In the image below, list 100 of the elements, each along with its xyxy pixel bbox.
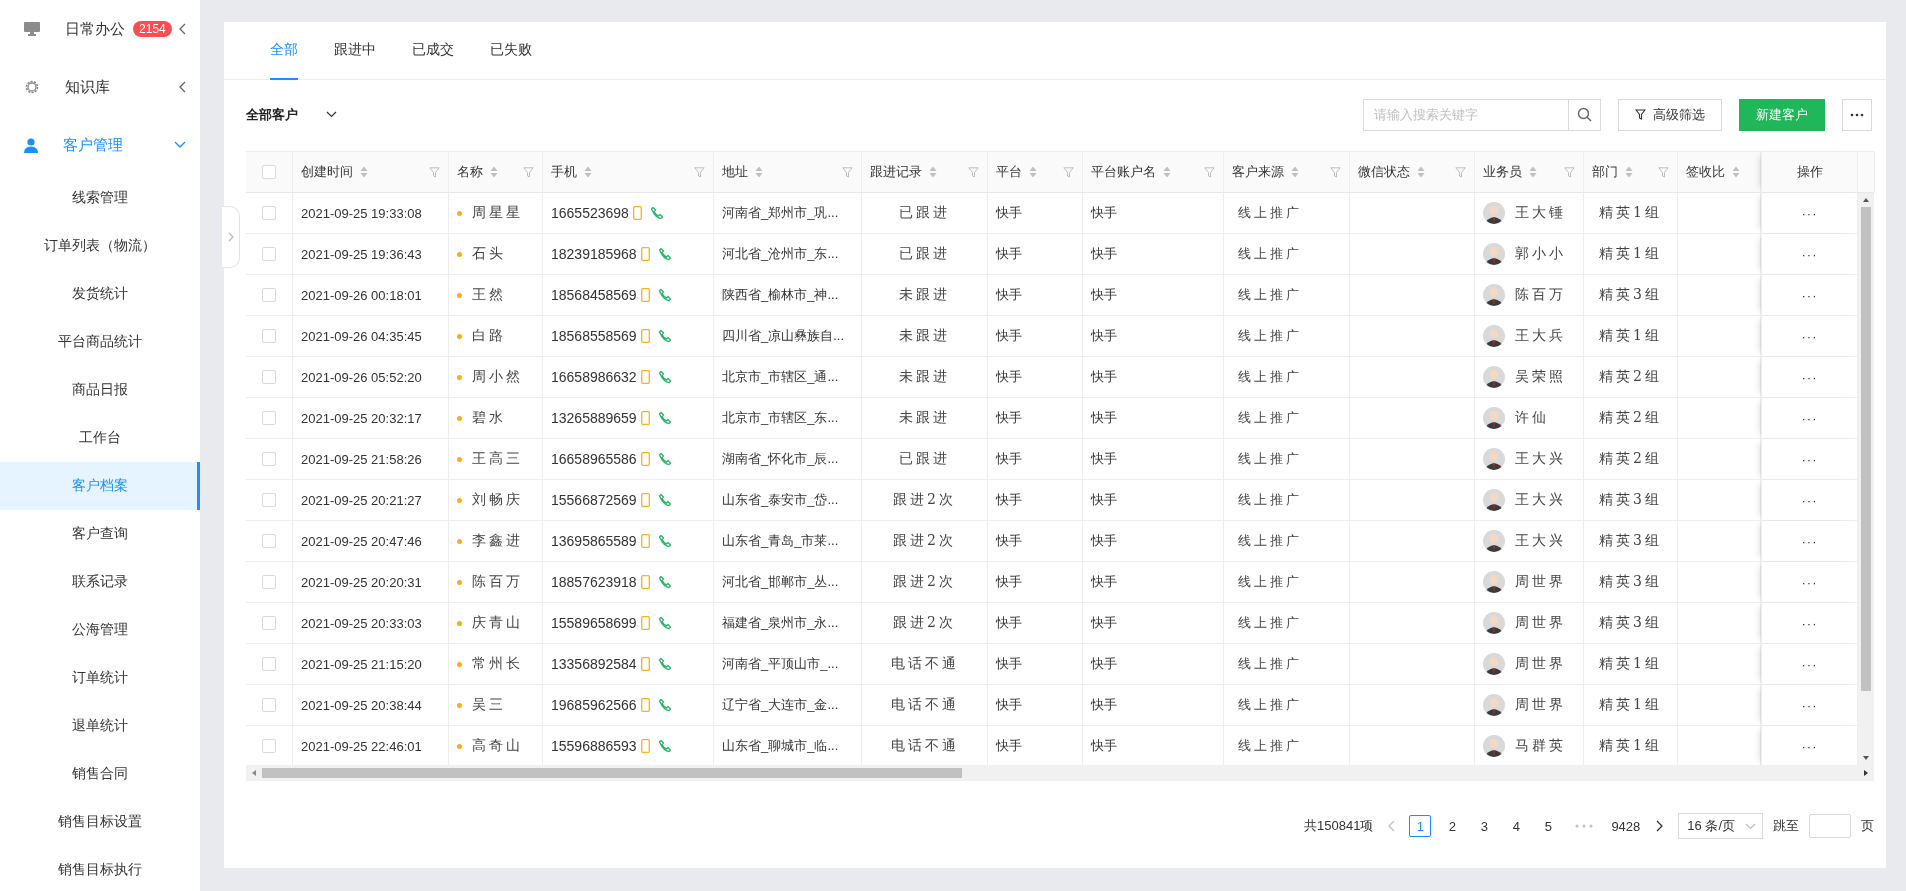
row-actions-button[interactable]: ··· <box>1801 574 1818 590</box>
sidebar-item[interactable]: 客户查询 <box>0 510 200 558</box>
column-header[interactable]: 名称 <box>457 163 483 181</box>
search-icon[interactable] <box>1577 107 1592 122</box>
tab[interactable]: 跟进中 <box>334 22 376 80</box>
scroll-right-icon[interactable] <box>1863 769 1869 777</box>
checkbox[interactable] <box>262 616 276 630</box>
sidebar-item[interactable]: 日常办公 2154 <box>0 0 200 58</box>
checkbox[interactable] <box>262 247 276 261</box>
sort-icon[interactable] <box>490 166 498 178</box>
row-actions-button[interactable]: ··· <box>1801 738 1818 754</box>
mobile-icon[interactable] <box>640 739 650 753</box>
checkbox[interactable] <box>262 165 276 179</box>
column-header[interactable]: 微信状态 <box>1358 163 1410 181</box>
checkbox[interactable] <box>262 329 276 343</box>
checkbox[interactable] <box>262 575 276 589</box>
phone-icon[interactable] <box>657 575 672 589</box>
column-header[interactable]: 操作 <box>1796 163 1823 181</box>
checkbox[interactable] <box>262 206 276 220</box>
row-actions-button[interactable]: ··· <box>1801 615 1818 631</box>
row-actions-button[interactable]: ··· <box>1801 533 1818 549</box>
checkbox[interactable] <box>262 288 276 302</box>
row-actions-button[interactable]: ··· <box>1801 697 1818 713</box>
column-header[interactable]: 平台 <box>996 163 1022 181</box>
sort-icon[interactable] <box>1732 166 1740 178</box>
mobile-icon[interactable] <box>640 411 650 425</box>
page-button[interactable]: 5 <box>1537 815 1560 837</box>
phone-icon[interactable] <box>657 288 672 302</box>
sidebar-item[interactable]: 发货统计 <box>0 270 200 318</box>
mobile-icon[interactable] <box>640 452 650 466</box>
row-actions-button[interactable]: ··· <box>1801 205 1818 221</box>
sort-icon[interactable] <box>1163 166 1171 178</box>
mobile-icon[interactable] <box>640 534 650 548</box>
phone-icon[interactable] <box>657 329 672 343</box>
column-header[interactable]: 业务员 <box>1483 163 1522 181</box>
checkbox[interactable] <box>262 411 276 425</box>
caret-icon[interactable] <box>326 111 337 118</box>
more-icon[interactable] <box>1850 112 1864 117</box>
sort-icon[interactable] <box>1029 166 1037 178</box>
checkbox[interactable] <box>262 739 276 753</box>
row-actions-button[interactable]: ··· <box>1801 492 1818 508</box>
column-header[interactable]: 部门 <box>1592 163 1618 181</box>
search-field[interactable]: 请输入搜索关键字 <box>1363 98 1569 131</box>
sidebar-item[interactable]: 平台商品统计 <box>0 318 200 366</box>
row-actions-button[interactable]: ··· <box>1801 328 1818 344</box>
phone-icon[interactable] <box>649 206 664 220</box>
search-button[interactable] <box>1569 98 1601 131</box>
vertical-scrollbar[interactable] <box>1858 193 1874 765</box>
sort-icon[interactable] <box>360 166 368 178</box>
phone-icon[interactable] <box>657 657 672 671</box>
column-header[interactable]: 平台账户名 <box>1091 163 1156 181</box>
checkbox[interactable] <box>262 370 276 384</box>
advanced-filter-button[interactable]: 高级筛选 <box>1618 98 1722 131</box>
sidebar-item[interactable]: 联系记录 <box>0 558 200 606</box>
row-actions-button[interactable]: ··· <box>1801 369 1818 385</box>
sidebar-item[interactable]: 订单列表（物流） <box>0 222 200 270</box>
page-button[interactable]: 9428 <box>1609 815 1643 837</box>
page-button[interactable]: 4 <box>1505 815 1528 837</box>
ellipsis-icon[interactable] <box>1575 824 1594 828</box>
horizontal-scrollbar[interactable] <box>246 765 1874 781</box>
phone-icon[interactable] <box>657 247 672 261</box>
column-header[interactable]: 手机 <box>551 163 577 181</box>
sort-icon[interactable] <box>1291 166 1299 178</box>
filter-icon[interactable] <box>1635 109 1646 120</box>
checkbox[interactable] <box>262 493 276 507</box>
sidebar-item[interactable]: 公海管理 <box>0 606 200 654</box>
mobile-icon[interactable] <box>640 288 650 302</box>
mobile-icon[interactable] <box>632 206 642 220</box>
column-header[interactable]: 创建时间 <box>301 163 353 181</box>
tab[interactable]: 已成交 <box>412 22 454 80</box>
phone-icon[interactable] <box>657 698 672 712</box>
row-actions-button[interactable]: ··· <box>1801 410 1818 426</box>
mobile-icon[interactable] <box>640 247 650 261</box>
sidebar-item[interactable]: 销售目标设置 <box>0 798 200 846</box>
sidebar-item[interactable]: 退单统计 <box>0 702 200 750</box>
sort-icon[interactable] <box>929 166 937 178</box>
phone-icon[interactable] <box>657 534 672 548</box>
scope-dropdown[interactable]: 全部客户 <box>246 105 337 124</box>
mobile-icon[interactable] <box>640 370 650 384</box>
column-header[interactable]: 签收比 <box>1686 163 1725 181</box>
sidebar-item[interactable]: 订单统计 <box>0 654 200 702</box>
column-header[interactable]: 地址 <box>722 163 748 181</box>
sidebar-item[interactable]: 销售目标执行 <box>0 846 200 891</box>
phone-icon[interactable] <box>657 493 672 507</box>
tab[interactable]: 已失败 <box>490 22 532 80</box>
sort-icon[interactable] <box>755 166 763 178</box>
page-size-dropdown[interactable]: 16 条/页 <box>1678 813 1763 839</box>
scroll-up-icon[interactable] <box>1862 197 1870 203</box>
row-actions-button[interactable]: ··· <box>1801 287 1818 303</box>
column-header[interactable]: 客户来源 <box>1232 163 1284 181</box>
sort-icon[interactable] <box>1529 166 1537 178</box>
checkbox[interactable] <box>262 452 276 466</box>
checkbox[interactable] <box>262 698 276 712</box>
phone-icon[interactable] <box>657 370 672 384</box>
scroll-down-icon[interactable] <box>1862 755 1870 761</box>
mobile-icon[interactable] <box>640 616 650 630</box>
page-button[interactable]: 3 <box>1473 815 1496 837</box>
phone-icon[interactable] <box>657 452 672 466</box>
column-header[interactable]: 跟进记录 <box>870 163 922 181</box>
row-actions-button[interactable]: ··· <box>1801 451 1818 467</box>
